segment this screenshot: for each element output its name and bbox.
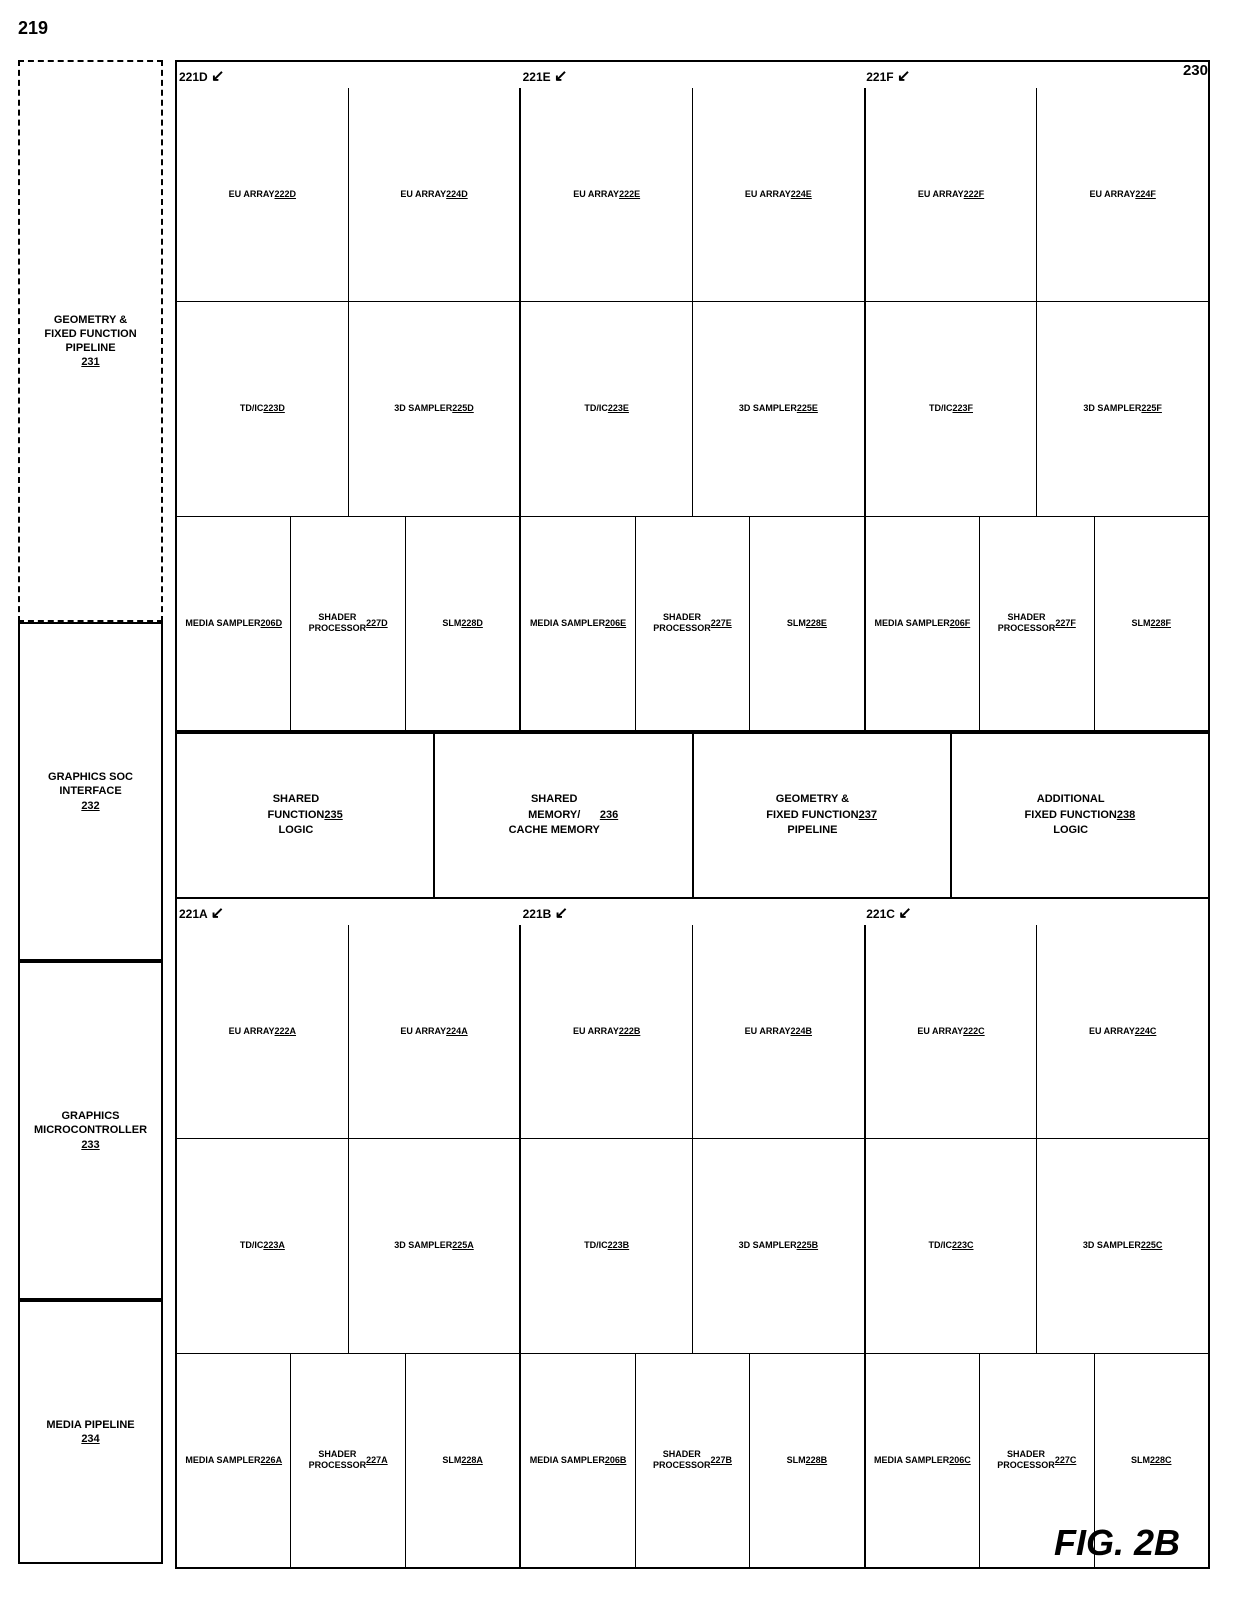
shader-227D: SHADERPROCESSOR227D <box>291 517 405 730</box>
page-number: 219 <box>18 18 48 39</box>
slice-221B-inner: EU ARRAY222B EU ARRAY224B TD/IC223B 3D S… <box>521 925 863 1567</box>
sampler-225B: 3D SAMPLER225B <box>693 1139 864 1352</box>
slice-221F-inner: EU ARRAY222F EU ARRAY224F TD/IC223F 3D S… <box>866 88 1208 730</box>
slice-221A: EU ARRAY222A EU ARRAY224A TD/IC223A 3D S… <box>177 925 521 1567</box>
slice-221D-row3: MEDIA SAMPLER206D SHADERPROCESSOR227D SL… <box>177 517 519 730</box>
shader-227A: SHADERPROCESSOR227A <box>291 1354 405 1567</box>
label-221A: 221A ↙ <box>179 903 224 923</box>
geometry-pipeline-237: GEOMETRY &FIXED FUNCTIONPIPELINE237 <box>694 734 952 897</box>
eu-array-224F: EU ARRAY224F <box>1037 88 1208 301</box>
sampler-225D: 3D SAMPLER225D <box>349 302 520 515</box>
slice-221D-row1: EU ARRAY222D EU ARRAY224D <box>177 88 519 302</box>
media-sampler-206D: MEDIA SAMPLER206D <box>177 517 291 730</box>
slice-221F-row2: TD/IC223F 3D SAMPLER225F <box>866 302 1208 516</box>
eu-array-224E: EU ARRAY224E <box>693 88 864 301</box>
sampler-225C: 3D SAMPLER225C <box>1037 1139 1208 1352</box>
shader-227B: SHADERPROCESSOR227B <box>636 1354 750 1567</box>
sampler-225E: 3D SAMPLER225E <box>693 302 864 515</box>
label-221E: 221E ↙ <box>523 66 568 86</box>
sampler-225A: 3D SAMPLER225A <box>349 1139 520 1352</box>
media-sampler-206F: MEDIA SAMPLER206F <box>866 517 980 730</box>
slice-221D: EU ARRAY222D EU ARRAY224D TD/IC223D 3D S… <box>177 88 521 730</box>
slice-221C: EU ARRAY222C EU ARRAY224C TD/IC223C 3D S… <box>866 925 1208 1567</box>
outer-border: 221D ↙ 221E ↙ 221F ↙ EU ARRAY222D EU ARR… <box>175 60 1210 1569</box>
slice-221E-inner: EU ARRAY222E EU ARRAY224E TD/IC223E 3D S… <box>521 88 863 730</box>
label-221D: 221D ↙ <box>179 66 224 86</box>
slice-221E: EU ARRAY222E EU ARRAY224E TD/IC223E 3D S… <box>521 88 865 730</box>
slice-221B: EU ARRAY222B EU ARRAY224B TD/IC223B 3D S… <box>521 925 865 1567</box>
additional-fixed-238: ADDITIONALFIXED FUNCTIONLOGIC238 <box>952 734 1208 897</box>
top-slice-row: 221D ↙ 221E ↙ 221F ↙ EU ARRAY222D EU ARR… <box>177 62 1208 732</box>
label-221C: 221C ↙ <box>866 903 911 923</box>
left-box-234-label: MEDIA PIPELINE <box>46 1418 134 1432</box>
eu-array-224C: EU ARRAY224C <box>1037 925 1208 1138</box>
shared-memory-236: SHAREDMEMORY/CACHE MEMORY236 <box>435 734 693 897</box>
tdic-223E: TD/IC223E <box>521 302 693 515</box>
slice-221A-row3: MEDIA SAMPLER226A SHADERPROCESSOR227A SL… <box>177 1354 519 1567</box>
tdic-223B: TD/IC223B <box>521 1139 693 1352</box>
slice-221F-row1: EU ARRAY222F EU ARRAY224F <box>866 88 1208 302</box>
left-box-234: MEDIA PIPELINE 234 <box>18 1300 163 1564</box>
eu-array-222D: EU ARRAY222D <box>177 88 349 301</box>
left-box-232-label: GRAPHICS SOCINTERFACE <box>48 770 133 799</box>
left-box-232: GRAPHICS SOCINTERFACE 232 <box>18 622 163 961</box>
slice-221C-row1: EU ARRAY222C EU ARRAY224C <box>866 925 1208 1139</box>
left-box-233: GRAPHICSMICROCONTROLLER 233 <box>18 961 163 1300</box>
slice-221A-row2: TD/IC223A 3D SAMPLER225A <box>177 1139 519 1353</box>
eu-array-222B: EU ARRAY222B <box>521 925 693 1138</box>
left-box-233-label: GRAPHICSMICROCONTROLLER <box>34 1109 147 1138</box>
tdic-223C: TD/IC223C <box>866 1139 1038 1352</box>
shared-function-235: SHAREDFUNCTIONLOGIC235 <box>177 734 435 897</box>
sampler-225F: 3D SAMPLER225F <box>1037 302 1208 515</box>
shader-227F: SHADERPROCESSOR227F <box>980 517 1094 730</box>
slice-221B-row3: MEDIA SAMPLER206B SHADERPROCESSOR227B SL… <box>521 1354 863 1567</box>
slice-221B-row2: TD/IC223B 3D SAMPLER225B <box>521 1139 863 1353</box>
slice-221C-inner: EU ARRAY222C EU ARRAY224C TD/IC223C 3D S… <box>866 925 1208 1567</box>
slice-221F: EU ARRAY222F EU ARRAY224F TD/IC223F 3D S… <box>866 88 1208 730</box>
left-box-231-label: GEOMETRY &FIXED FUNCTIONPIPELINE <box>44 313 136 356</box>
slice-221E-row2: TD/IC223E 3D SAMPLER225E <box>521 302 863 516</box>
media-sampler-206E: MEDIA SAMPLER206E <box>521 517 635 730</box>
label-221B: 221B ↙ <box>523 903 568 923</box>
media-sampler-206B: MEDIA SAMPLER206B <box>521 1354 635 1567</box>
media-sampler-226A: MEDIA SAMPLER226A <box>177 1354 291 1567</box>
slice-221A-inner: EU ARRAY222A EU ARRAY224A TD/IC223A 3D S… <box>177 925 519 1567</box>
tdic-223A: TD/IC223A <box>177 1139 349 1352</box>
label-221F: 221F ↙ <box>866 66 910 86</box>
eu-array-222A: EU ARRAY222A <box>177 925 349 1138</box>
eu-array-224B: EU ARRAY224B <box>693 925 864 1138</box>
left-box-233-ref: 233 <box>34 1138 147 1152</box>
slm-228F: SLM228F <box>1095 517 1208 730</box>
slm-228D: SLM228D <box>406 517 519 730</box>
slice-221C-row2: TD/IC223C 3D SAMPLER225C <box>866 1139 1208 1353</box>
shader-227E: SHADERPROCESSOR227E <box>636 517 750 730</box>
figure-label: FIG. 2B <box>1054 1522 1180 1564</box>
slice-221D-inner: EU ARRAY222D EU ARRAY224D TD/IC223D 3D S… <box>177 88 519 730</box>
slm-228A: SLM228A <box>406 1354 519 1567</box>
eu-array-224D: EU ARRAY224D <box>349 88 520 301</box>
tdic-223F: TD/IC223F <box>866 302 1038 515</box>
slice-221D-row2: TD/IC223D 3D SAMPLER225D <box>177 302 519 516</box>
slm-228E: SLM228E <box>750 517 863 730</box>
middle-section: SHAREDFUNCTIONLOGIC235 SHAREDMEMORY/CACH… <box>177 732 1208 897</box>
slice-221F-row3: MEDIA SAMPLER206F SHADERPROCESSOR227F SL… <box>866 517 1208 730</box>
left-box-234-ref: 234 <box>46 1432 134 1446</box>
left-box-231-ref: 231 <box>44 355 136 369</box>
main-diagram: 221D ↙ 221E ↙ 221F ↙ EU ARRAY222D EU ARR… <box>175 60 1210 1569</box>
eu-array-222F: EU ARRAY222F <box>866 88 1038 301</box>
slice-221E-row3: MEDIA SAMPLER206E SHADERPROCESSOR227E SL… <box>521 517 863 730</box>
slice-221A-row1: EU ARRAY222A EU ARRAY224A <box>177 925 519 1139</box>
tdic-223D: TD/IC223D <box>177 302 349 515</box>
bottom-slice-row: 221A ↙ 221B ↙ 221C ↙ EU ARRAY222A EU ARR… <box>177 897 1208 1567</box>
slm-228B: SLM228B <box>750 1354 863 1567</box>
left-box-232-ref: 232 <box>48 799 133 813</box>
left-column: GEOMETRY &FIXED FUNCTIONPIPELINE 231 GRA… <box>18 60 163 1564</box>
eu-array-224A: EU ARRAY224A <box>349 925 520 1138</box>
eu-array-222C: EU ARRAY222C <box>866 925 1038 1138</box>
slice-221E-row1: EU ARRAY222E EU ARRAY224E <box>521 88 863 302</box>
media-sampler-206C: MEDIA SAMPLER206C <box>866 1354 980 1567</box>
eu-array-222E: EU ARRAY222E <box>521 88 693 301</box>
slice-221B-row1: EU ARRAY222B EU ARRAY224B <box>521 925 863 1139</box>
left-box-231: GEOMETRY &FIXED FUNCTIONPIPELINE 231 <box>18 60 163 622</box>
